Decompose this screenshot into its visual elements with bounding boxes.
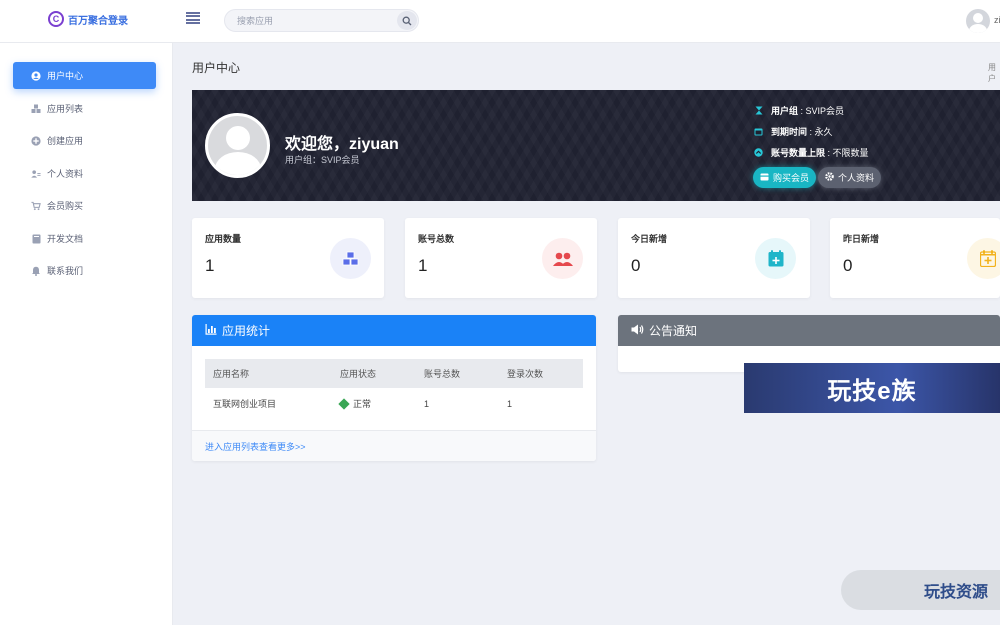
search-icon[interactable] [397, 11, 417, 30]
calendar-plus-icon [967, 238, 1000, 279]
stat-card-app-count: 应用数量 1 [192, 218, 384, 298]
status-text: 正常 [353, 399, 372, 409]
view-more-link[interactable]: 进入应用列表查看更多>> [192, 430, 596, 461]
card-icon [760, 173, 769, 183]
logo-text: 百万聚合登录 [68, 15, 128, 27]
stat-label: 应用数量 [205, 234, 242, 244]
app-name-cell: 互联网创业项目 [213, 399, 277, 409]
profile-label: 个人资料 [838, 173, 875, 183]
table-header-row: 应用名称 应用状态 账号总数 登录次数 [205, 359, 583, 388]
user-group-subtitle: 用户组：SVIP会员 [285, 155, 360, 165]
watermark-text: 玩技资源 [923, 584, 988, 601]
cubes-icon [330, 238, 371, 279]
stat-label: 今日新增 [631, 234, 668, 244]
sidebar-item-label: 个人资料 [47, 169, 84, 179]
panel-title: 公告通知 [649, 324, 698, 338]
info-label: 账号数量上限 [771, 148, 826, 158]
info-expiry: 到期时间 : 永久 [754, 125, 833, 138]
stat-card-yesterday-new: 昨日新增 0 [830, 218, 1000, 298]
book-icon [31, 234, 41, 244]
column-header: 应用状态 [332, 359, 416, 388]
stat-value: 0 [631, 256, 641, 275]
cart-icon [31, 201, 41, 211]
stat-label: 账号总数 [418, 234, 455, 244]
breadcrumb[interactable]: 用户 [988, 62, 1000, 84]
username-label[interactable]: zi [994, 15, 1000, 25]
bar-chart-icon [205, 323, 217, 338]
user-avatar[interactable] [966, 9, 990, 33]
hamburger-menu-icon[interactable] [186, 12, 200, 24]
stat-card-today-new: 今日新增 0 [618, 218, 810, 298]
watermark-banner-ad[interactable]: 玩技e族 [744, 363, 1000, 413]
hourglass-icon [754, 106, 763, 115]
info-user-group: 用户组 : SVIP会员 [754, 104, 844, 117]
logins-cell: 1 [507, 398, 513, 409]
app-table: 应用名称 应用状态 账号总数 登录次数 互联网创业项目 正常 1 1 [205, 359, 583, 419]
column-header: 应用名称 [205, 359, 332, 388]
sidebar-item-buy-membership[interactable]: 会员购买 [13, 192, 156, 219]
search-input[interactable] [237, 10, 397, 31]
sidebar-item-label: 开发文档 [47, 234, 84, 244]
watermark-text: 玩技e族 [827, 377, 917, 405]
sidebar-item-profile[interactable]: 个人资料 [13, 160, 156, 187]
notice-header: 公告通知 [618, 315, 1000, 346]
welcome-banner: 欢迎您，ziyuan 用户组：SVIP会员 [192, 90, 1000, 201]
sidebar-item-label: 会员购买 [47, 201, 84, 211]
info-label: 用户组 [771, 106, 799, 116]
calendar-icon [754, 127, 763, 136]
gear-icon [825, 172, 834, 183]
app-stats-panel: 应用统计 应用名称 应用状态 账号总数 登录次数 互联网创业项目 正常 1 1 … [192, 315, 596, 461]
watermark-corner-ad[interactable]: 玩技资源 [841, 570, 1000, 610]
user-circle-icon [31, 70, 41, 81]
sidebar-item-create-app[interactable]: 创建应用 [13, 127, 156, 154]
sidebar-item-label: 联系我们 [47, 266, 84, 276]
profile-button[interactable]: 个人资料 [818, 167, 882, 188]
accounts-cell: 1 [424, 398, 430, 409]
logo[interactable]: C 百万聚合登录 [48, 11, 128, 27]
app-stats-header: 应用统计 [192, 315, 596, 346]
info-value: 不限数量 [832, 148, 869, 158]
sidebar-item-user-center[interactable]: 用户中心 [13, 62, 156, 89]
calendar-plus-icon [755, 238, 796, 279]
table-row[interactable]: 互联网创业项目 正常 1 1 [205, 388, 583, 419]
stat-value: 1 [418, 256, 428, 275]
sidebar-item-contact[interactable]: 联系我们 [13, 257, 156, 284]
sidebar-item-label: 用户中心 [47, 71, 84, 81]
info-account-limit: 账号数量上限 : 不限数量 [754, 146, 869, 159]
plus-circle-icon [31, 135, 41, 146]
info-value: 永久 [814, 127, 833, 137]
sidebar-item-app-list[interactable]: 应用列表 [13, 95, 156, 122]
chevron-circle-icon [754, 148, 763, 157]
column-header: 账号总数 [416, 359, 499, 388]
bell-icon [31, 266, 41, 276]
sidebar-item-label: 创建应用 [47, 136, 84, 146]
sidebar-item-label: 应用列表 [47, 104, 84, 114]
column-header: 登录次数 [499, 359, 583, 388]
users-icon [542, 238, 583, 279]
sidebar: 用户中心 应用列表 创建应用 个人资料 会员购买 开发文档 联系我们 [0, 43, 173, 625]
stat-label: 昨日新增 [843, 234, 880, 244]
user-avatar-large [205, 113, 270, 178]
search-box [224, 9, 419, 32]
panel-title: 应用统计 [222, 324, 271, 338]
buy-membership-label: 购买会员 [773, 173, 810, 183]
user-card-icon [31, 169, 41, 179]
status-ok-icon [338, 398, 350, 410]
logo-icon: C [48, 11, 64, 27]
sidebar-item-dev-docs[interactable]: 开发文档 [13, 225, 156, 252]
page-title: 用户中心 [192, 61, 241, 75]
top-bar: C 百万聚合登录 zi [0, 0, 1000, 43]
welcome-text: 欢迎您，ziyuan [285, 136, 399, 153]
speaker-icon [631, 324, 644, 338]
info-value: SVIP会员 [805, 106, 845, 116]
buy-membership-button[interactable]: 购买会员 [753, 167, 817, 188]
stat-card-account-total: 账号总数 1 [405, 218, 597, 298]
info-label: 到期时间 [771, 127, 808, 137]
cubes-icon [31, 104, 41, 114]
stat-value: 0 [843, 256, 853, 275]
app-status-cell: 正常 [332, 388, 416, 419]
stat-value: 1 [205, 256, 215, 275]
